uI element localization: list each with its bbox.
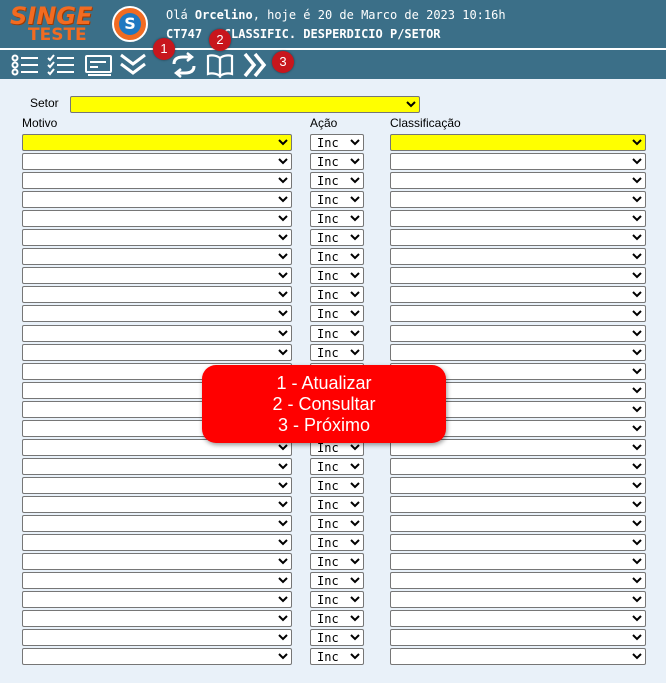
acao-select[interactable]: Inc [310, 248, 364, 265]
classificacao-select[interactable] [390, 496, 646, 513]
header-bar: SINGE TESTE S Olá Orcelino, hoje é 20 de… [0, 0, 666, 48]
acao-select[interactable]: Inc [310, 172, 364, 189]
classificacao-select[interactable] [390, 153, 646, 170]
motivo-header: Motivo [22, 116, 58, 130]
motivo-select[interactable] [22, 286, 292, 303]
classificacao-select[interactable] [390, 172, 646, 189]
acao-select[interactable]: Inc [310, 210, 364, 227]
help-line-atualizar: 1 - Atualizar [276, 373, 372, 393]
checklist-icon[interactable] [46, 52, 76, 78]
badge-2: 2 [209, 29, 231, 51]
book-icon[interactable] [205, 52, 235, 79]
classificacao-select[interactable] [390, 229, 646, 246]
motivo-select[interactable] [22, 134, 292, 151]
classificacao-select[interactable] [390, 286, 646, 303]
refresh-icon[interactable] [169, 52, 199, 78]
classificacao-select[interactable] [390, 572, 646, 589]
motivo-select[interactable] [22, 477, 292, 494]
classificacao-select[interactable] [390, 629, 646, 646]
motivo-select[interactable] [22, 610, 292, 627]
card-icon[interactable] [84, 52, 114, 78]
acao-select[interactable]: Inc [310, 534, 364, 551]
classificacao-select[interactable] [390, 210, 646, 227]
classificacao-select[interactable] [390, 134, 646, 151]
acao-select[interactable]: Inc [310, 344, 364, 361]
motivo-select[interactable] [22, 515, 292, 532]
classificacao-select[interactable] [390, 515, 646, 532]
motivo-select[interactable] [22, 553, 292, 570]
badge-1: 1 [153, 38, 175, 60]
acao-select[interactable]: Inc [310, 325, 364, 342]
motivo-select[interactable] [22, 591, 292, 608]
acao-select[interactable]: Inc [310, 629, 364, 646]
acao-select[interactable]: Inc [310, 591, 364, 608]
help-line-consultar: 2 - Consultar [272, 394, 376, 414]
setor-select[interactable] [70, 96, 420, 113]
motivo-select[interactable] [22, 572, 292, 589]
motivo-select[interactable] [22, 172, 292, 189]
motivo-select[interactable] [22, 629, 292, 646]
acao-select[interactable]: Inc [310, 648, 364, 665]
acao-select[interactable]: Inc [310, 515, 364, 532]
classificacao-select[interactable] [390, 458, 646, 475]
acao-select[interactable]: Inc [310, 191, 364, 208]
logo-mark-icon: S [112, 6, 148, 42]
screen-title: CT747 - CLASSIFIC. DESPERDICIO P/SETOR [166, 27, 441, 41]
classificacao-select[interactable] [390, 267, 646, 284]
acao-select[interactable]: Inc [310, 572, 364, 589]
motivo-select[interactable] [22, 305, 292, 322]
badge-3: 3 [272, 51, 294, 73]
motivo-select[interactable] [22, 210, 292, 227]
motivo-select[interactable] [22, 496, 292, 513]
motivo-select[interactable] [22, 153, 292, 170]
classificacao-select[interactable] [390, 344, 646, 361]
list-icon[interactable] [10, 52, 40, 78]
acao-select[interactable]: Inc [310, 477, 364, 494]
acao-select[interactable]: Inc [310, 286, 364, 303]
classificacao-select[interactable] [390, 553, 646, 570]
motivo-select[interactable] [22, 648, 292, 665]
acao-select[interactable]: Inc [310, 496, 364, 513]
acao-select[interactable]: Inc [310, 458, 364, 475]
motivo-select[interactable] [22, 344, 292, 361]
setor-label: Setor [30, 96, 59, 110]
acao-select[interactable]: Inc [310, 267, 364, 284]
classificacao-header: Classificação [390, 116, 461, 130]
classificacao-select[interactable] [390, 325, 646, 342]
classificacao-select[interactable] [390, 248, 646, 265]
classificacao-select[interactable] [390, 477, 646, 494]
classificacao-select[interactable] [390, 610, 646, 627]
classificacao-select[interactable] [390, 534, 646, 551]
acao-header: Ação [310, 116, 338, 130]
double-chevron-right-icon[interactable] [242, 52, 272, 78]
acao-select[interactable]: Inc [310, 553, 364, 570]
acao-select[interactable]: Inc [310, 305, 364, 322]
motivo-select[interactable] [22, 267, 292, 284]
greeting: Olá Orcelino, hoje é 20 de Marco de 2023… [166, 8, 506, 22]
help-line-proximo: 3 - Próximo [277, 415, 371, 435]
motivo-select[interactable] [22, 229, 292, 246]
double-chevron-down-icon[interactable] [118, 52, 148, 78]
classificacao-select[interactable] [390, 305, 646, 322]
user-name: Orcelino [194, 8, 253, 22]
motivo-select[interactable] [22, 248, 292, 265]
acao-select[interactable]: Inc [310, 610, 364, 627]
classificacao-select[interactable] [390, 591, 646, 608]
acao-select[interactable]: Inc [310, 229, 364, 246]
motivo-select[interactable] [22, 191, 292, 208]
acao-select[interactable]: Inc [310, 134, 364, 151]
classificacao-select[interactable] [390, 191, 646, 208]
motivo-select[interactable] [22, 534, 292, 551]
motivo-select[interactable] [22, 325, 292, 342]
help-callout: 1 - Atualizar 2 - Consultar 3 - Próximo [202, 365, 446, 443]
toolbar: 1 2 3 [0, 29, 666, 79]
classificacao-select[interactable] [390, 648, 646, 665]
motivo-select[interactable] [22, 458, 292, 475]
acao-select[interactable]: Inc [310, 153, 364, 170]
logo-teste: TESTE [28, 25, 87, 45]
